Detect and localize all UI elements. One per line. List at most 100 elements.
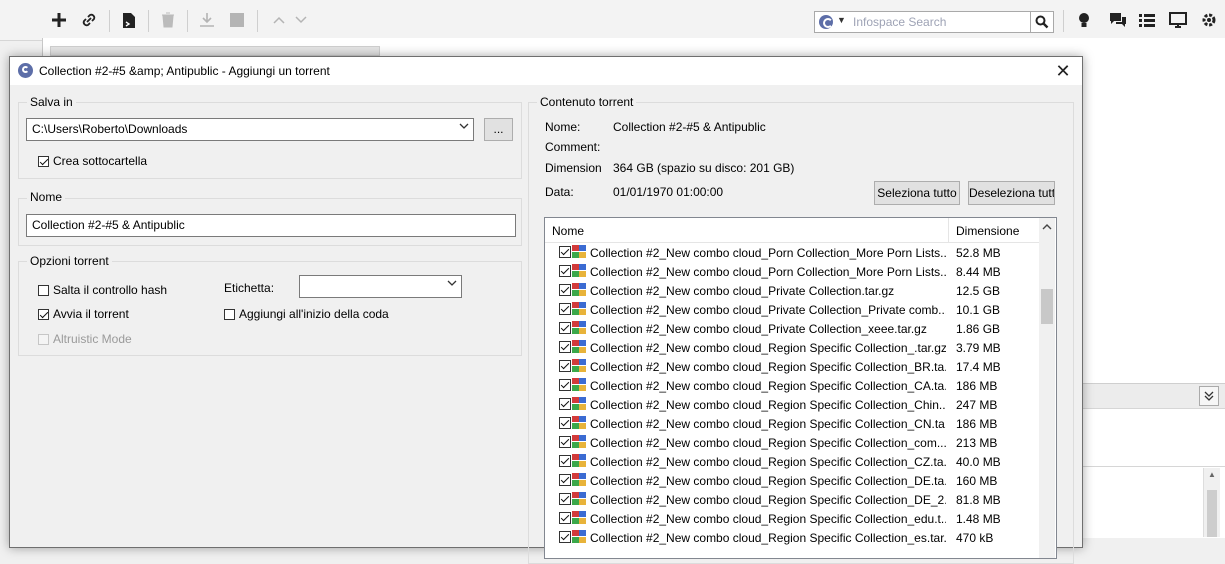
- link-icon[interactable]: [78, 9, 100, 31]
- file-checkbox[interactable]: [559, 322, 571, 334]
- file-checkbox[interactable]: [559, 246, 571, 258]
- monitor-icon[interactable]: [1167, 9, 1189, 31]
- file-size: 1.48 MB: [956, 512, 1001, 526]
- file-row[interactable]: Collection #2_New combo cloud_Private Co…: [545, 300, 1039, 319]
- tree-scrollbar[interactable]: [1039, 218, 1055, 558]
- file-checkbox[interactable]: [559, 360, 571, 372]
- file-row[interactable]: Collection #2_New combo cloud_Region Spe…: [545, 414, 1039, 433]
- file-size: 10.1 GB: [956, 303, 1001, 317]
- bulb-icon[interactable]: [1073, 9, 1095, 31]
- file-checkbox[interactable]: [559, 512, 571, 524]
- file-size: 1.86 GB: [956, 322, 1001, 336]
- file-checkbox[interactable]: [559, 455, 571, 467]
- chat-icon[interactable]: [1107, 9, 1129, 31]
- file-checkbox[interactable]: [559, 341, 571, 353]
- panel-tab[interactable]: [50, 46, 380, 56]
- file-tree[interactable]: Nome Dimensione Collection #2_New combo …: [544, 217, 1057, 559]
- file-icon[interactable]: [118, 9, 140, 31]
- file-checkbox[interactable]: [559, 436, 571, 448]
- tree-header: Nome Dimensione: [545, 218, 1039, 243]
- scroll-thumb[interactable]: [1041, 289, 1053, 324]
- file-checkbox[interactable]: [559, 398, 571, 410]
- file-row[interactable]: Collection #2_New combo cloud_Porn Colle…: [545, 243, 1039, 262]
- deselect-all-button[interactable]: Deseleziona tutto: [968, 181, 1055, 205]
- plus-icon[interactable]: [48, 9, 70, 31]
- tag-label: Etichetta:: [224, 281, 275, 295]
- info-name-value: Collection #2-#5 & Antipublic: [613, 120, 766, 134]
- save-in-label: Salva in: [27, 95, 76, 109]
- app-logo-icon: [18, 63, 33, 78]
- file-row[interactable]: Collection #2_New combo cloud_Porn Colle…: [545, 262, 1039, 281]
- tag-combo[interactable]: [299, 275, 462, 298]
- file-row[interactable]: Collection #2_New combo cloud_Region Spe…: [545, 471, 1039, 490]
- scroll-thumb[interactable]: [1207, 490, 1217, 537]
- trash-icon[interactable]: [157, 9, 179, 31]
- file-row[interactable]: Collection #2_New combo cloud_Private Co…: [545, 281, 1039, 300]
- archive-icon: [572, 340, 587, 354]
- scroll-up-icon[interactable]: ▲: [1204, 470, 1220, 479]
- checkbox-box[interactable]: [38, 155, 49, 167]
- archive-icon: [572, 530, 587, 544]
- archive-icon: [572, 302, 587, 316]
- file-row[interactable]: Collection #2_New combo cloud_Region Spe…: [545, 528, 1039, 547]
- file-size: 213 MB: [956, 436, 998, 450]
- stop-icon[interactable]: [226, 9, 248, 31]
- list-icon[interactable]: [1136, 9, 1158, 31]
- search-icon[interactable]: [1030, 12, 1053, 32]
- chevron-down-icon[interactable]: [447, 279, 457, 290]
- archive-icon: [572, 321, 587, 335]
- file-checkbox[interactable]: [559, 417, 571, 429]
- save-path-combo[interactable]: C:\Users\Roberto\Downloads: [26, 118, 474, 141]
- checkbox-box[interactable]: [38, 308, 49, 320]
- file-checkbox[interactable]: [559, 493, 571, 505]
- file-checkbox[interactable]: [559, 303, 571, 315]
- chevron-down-icon[interactable]: ▼: [837, 15, 846, 25]
- arrow-down-icon[interactable]: [290, 9, 312, 31]
- chevron-down-icon[interactable]: [459, 122, 469, 133]
- scroll-up-icon[interactable]: [1039, 222, 1055, 232]
- start-torrent-checkbox[interactable]: Avvia il torrent: [38, 307, 129, 321]
- file-row[interactable]: Collection #2_New combo cloud_Region Spe…: [545, 395, 1039, 414]
- file-row[interactable]: Collection #2_New combo cloud_Region Spe…: [545, 357, 1039, 376]
- search-input[interactable]: Infospace Search: [853, 15, 946, 29]
- torrent-name-field[interactable]: Collection #2-#5 & Antipublic: [26, 214, 516, 237]
- file-row[interactable]: Collection #2_New combo cloud_Region Spe…: [545, 509, 1039, 528]
- toolbar-separator: [148, 10, 149, 32]
- checkbox-box[interactable]: [224, 308, 235, 320]
- file-checkbox[interactable]: [559, 474, 571, 486]
- close-icon[interactable]: ✕: [1052, 60, 1074, 82]
- collapse-icon[interactable]: [1199, 386, 1219, 406]
- checkbox-box[interactable]: [38, 284, 49, 296]
- download-icon[interactable]: [196, 9, 218, 31]
- queue-top-checkbox[interactable]: Aggiungi all'inizio della coda: [224, 307, 389, 321]
- file-size: 3.79 MB: [956, 341, 1001, 355]
- info-date-value: 01/01/1970 01:00:00: [613, 185, 724, 199]
- file-row[interactable]: Collection #2_New combo cloud_Region Spe…: [545, 490, 1039, 509]
- file-row[interactable]: Collection #2_New combo cloud_Private Co…: [545, 319, 1039, 338]
- select-all-button[interactable]: Seleziona tutto: [874, 181, 960, 205]
- file-name: Collection #2_New combo cloud_Region Spe…: [590, 360, 946, 374]
- create-subfolder-checkbox[interactable]: Crea sottocartella: [38, 154, 147, 168]
- archive-icon: [572, 511, 587, 525]
- arrow-up-icon[interactable]: [268, 9, 290, 31]
- file-name: Collection #2_New combo cloud_Region Spe…: [590, 531, 946, 545]
- file-checkbox[interactable]: [559, 531, 571, 543]
- gear-icon[interactable]: [1198, 9, 1220, 31]
- file-row[interactable]: Collection #2_New combo cloud_Region Spe…: [545, 338, 1039, 357]
- file-name: Collection #2_New combo cloud_Region Spe…: [590, 436, 946, 450]
- file-row[interactable]: Collection #2_New combo cloud_Region Spe…: [545, 452, 1039, 471]
- details-scrollbar[interactable]: ▲: [1203, 468, 1220, 537]
- file-checkbox[interactable]: [559, 379, 571, 391]
- column-name[interactable]: Nome: [552, 224, 584, 238]
- file-checkbox[interactable]: [559, 284, 571, 296]
- file-row[interactable]: Collection #2_New combo cloud_Region Spe…: [545, 376, 1039, 395]
- file-checkbox[interactable]: [559, 265, 571, 277]
- file-row[interactable]: Collection #2_New combo cloud_Region Spe…: [545, 433, 1039, 452]
- save-path-value: C:\Users\Roberto\Downloads: [32, 122, 188, 136]
- column-size[interactable]: Dimensione: [956, 224, 1019, 238]
- search-box[interactable]: ▼ Infospace Search: [814, 11, 1054, 33]
- skip-hash-checkbox[interactable]: Salta il controllo hash: [38, 283, 167, 297]
- search-provider-icon[interactable]: [819, 15, 833, 29]
- column-divider[interactable]: [948, 218, 949, 242]
- browse-button[interactable]: ...: [484, 118, 513, 141]
